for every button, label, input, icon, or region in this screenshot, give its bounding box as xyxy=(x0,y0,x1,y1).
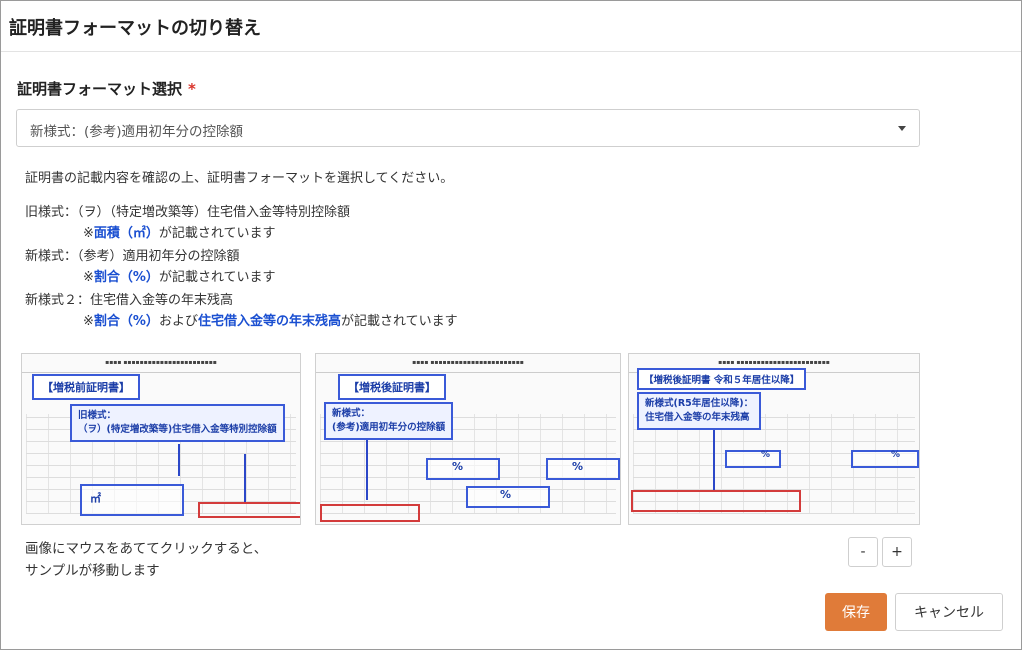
zoom-in-button[interactable]: + xyxy=(882,537,912,567)
dialog-title: 証明書フォーマットの切り替え xyxy=(9,18,261,39)
note-suffix: が記載されています xyxy=(158,226,276,241)
sample-header-decoration: ▪▪▪▪ ▪▪▪▪▪▪▪▪▪▪▪▪▪▪▪▪▪▪▪▪▪▪▪ xyxy=(316,354,620,373)
required-mark: * xyxy=(188,80,196,98)
callout-line1: 旧様式： xyxy=(78,410,117,421)
sample-mark: % xyxy=(761,450,771,460)
sample-arrow xyxy=(713,430,715,490)
sample-arrow xyxy=(178,444,180,476)
sample-red-box xyxy=(198,502,300,518)
format-new2-title: 新様式２：住宅借入金等の年末残高 xyxy=(25,293,234,308)
callout-line2: (参考)適用初年分の控除額 xyxy=(332,422,446,433)
callout-line1: 新様式： xyxy=(332,408,371,419)
callout-line1: 新様式(R5年居住以降)： xyxy=(645,398,754,409)
chevron-down-icon xyxy=(898,126,906,131)
sample-image-new[interactable]: ▪▪▪▪ ▪▪▪▪▪▪▪▪▪▪▪▪▪▪▪▪▪▪▪▪▪▪▪ 【増税後証明書】 新様… xyxy=(315,353,621,525)
format-select-label: 証明書フォーマット選択 * xyxy=(17,78,196,99)
sample-mark: ㎡ xyxy=(90,492,101,505)
sample-highlight-box xyxy=(851,450,919,468)
header-divider xyxy=(1,51,1021,52)
format-switch-dialog: 証明書フォーマットの切り替え 証明書フォーマット選択 * 新様式： (参考)適用初年… xyxy=(0,0,1022,650)
note-highlight: 割合（%） xyxy=(93,270,159,285)
sample-highlight-box xyxy=(725,450,781,468)
sample-arrow xyxy=(244,454,246,504)
sample-tag: 【増税後証明書】 xyxy=(338,374,446,400)
save-button[interactable]: 保存 xyxy=(825,593,887,631)
format-select[interactable]: 新様式：(参考)適用初年分の控除額 xyxy=(16,109,920,147)
format-select-label-text: 証明書フォーマット選択 xyxy=(17,80,183,98)
note-middle: および xyxy=(158,314,198,329)
callout-line2: （ヲ）(特定増改築等)住宅借入金等特別控除額 xyxy=(78,424,277,435)
sample-callout: 旧様式： （ヲ）(特定増改築等)住宅借入金等特別控除額 xyxy=(70,404,285,442)
sample-tag: 【増税後証明書 令和５年居住以降】 xyxy=(637,368,807,390)
note-prefix: ※ xyxy=(83,226,94,241)
cancel-button[interactable]: キャンセル xyxy=(895,593,1003,631)
note-highlight-2: 住宅借入金等の年末残高 xyxy=(197,314,341,329)
format-new2-note: ※割合（%）および住宅借入金等の年末残高が記載されています xyxy=(83,310,458,329)
sample-red-box xyxy=(631,490,801,512)
format-select-value: 新様式：(参考)適用初年分の控除額 xyxy=(30,124,244,140)
note-highlight: 割合（%） xyxy=(93,314,159,329)
sample-arrow xyxy=(366,440,368,500)
sample-mark: % xyxy=(891,450,901,460)
sample-red-box xyxy=(320,504,420,522)
sample-mark: % xyxy=(500,488,512,501)
format-new-note: ※割合（%）が記載されています xyxy=(83,266,276,285)
note-prefix: ※ xyxy=(83,314,94,329)
sample-tag: 【増税前証明書】 xyxy=(32,374,140,400)
sample-header-decoration: ▪▪▪▪ ▪▪▪▪▪▪▪▪▪▪▪▪▪▪▪▪▪▪▪▪▪▪▪ xyxy=(22,354,300,373)
zoom-out-button[interactable]: - xyxy=(848,537,878,567)
format-old-note: ※面積（㎡）が記載されています xyxy=(83,222,276,241)
hint-line2: サンプルが移動します xyxy=(25,563,160,579)
note-suffix: が記載されています xyxy=(340,314,458,329)
callout-line2: 住宅借入金等の年末残高 xyxy=(645,412,750,423)
format-new-title: 新様式：（参考）適用初年分の控除額 xyxy=(25,249,240,264)
sample-mark: % xyxy=(452,460,464,473)
sample-callout: 新様式(R5年居住以降)： 住宅借入金等の年末残高 xyxy=(637,392,762,430)
instruction-intro: 証明書の記載内容を確認の上、証明書フォーマットを選択してください。 xyxy=(25,171,454,186)
note-highlight: 面積（㎡） xyxy=(93,226,159,241)
hint-line1: 画像にマウスをあててクリックすると、 xyxy=(25,541,268,557)
note-suffix: が記載されています xyxy=(158,270,276,285)
sample-callout: 新様式： (参考)適用初年分の控除額 xyxy=(324,402,454,440)
note-prefix: ※ xyxy=(83,270,94,285)
sample-image-old[interactable]: ▪▪▪▪ ▪▪▪▪▪▪▪▪▪▪▪▪▪▪▪▪▪▪▪▪▪▪▪ 【増税前証明書】 旧様… xyxy=(21,353,301,525)
sample-mark: % xyxy=(572,460,584,473)
format-old-title: 旧様式：（ヲ）（特定増改築等）住宅借入金等特別控除額 xyxy=(25,205,351,220)
sample-image-new2[interactable]: ▪▪▪▪ ▪▪▪▪▪▪▪▪▪▪▪▪▪▪▪▪▪▪▪▪▪▪▪ 【増税後証明書 令和５… xyxy=(628,353,920,525)
